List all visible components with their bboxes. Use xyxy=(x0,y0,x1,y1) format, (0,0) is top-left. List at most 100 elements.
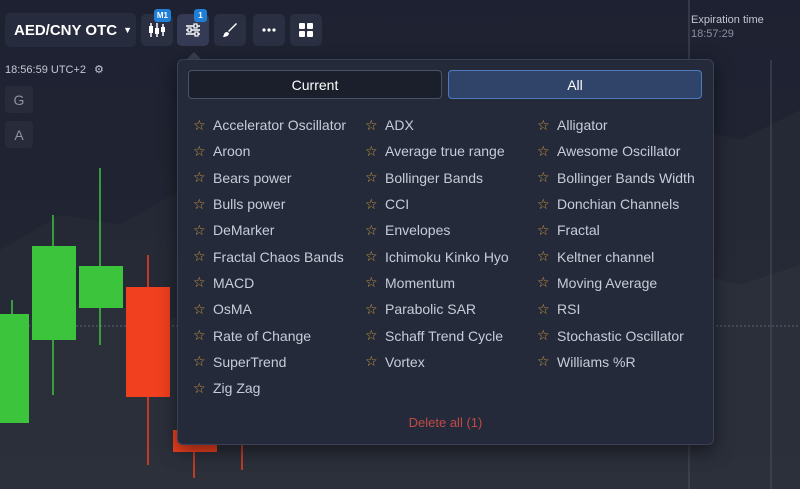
star-outline-icon[interactable]: ☆ xyxy=(537,327,557,344)
star-outline-icon[interactable]: ☆ xyxy=(193,248,213,265)
indicator-label: Moving Average xyxy=(557,274,658,291)
star-outline-icon[interactable]: ☆ xyxy=(365,327,385,344)
star-outline-icon[interactable]: ☆ xyxy=(365,196,385,213)
star-outline-icon[interactable]: ☆ xyxy=(537,196,557,213)
indicator-label: Keltner channel xyxy=(557,248,655,265)
star-outline-icon[interactable]: ☆ xyxy=(537,143,557,160)
brush-icon xyxy=(223,23,237,37)
indicator-item[interactable]: ☆ Awesome Oscillator xyxy=(537,138,695,164)
sliders-icon xyxy=(186,23,200,37)
indicator-item[interactable]: ☆ Ichimoku Kinko Hyo xyxy=(365,243,509,269)
star-outline-icon[interactable]: ☆ xyxy=(365,143,385,160)
indicator-item[interactable]: ☆ MACD xyxy=(193,270,346,296)
indicator-item[interactable]: ☆ Schaff Trend Cycle xyxy=(365,322,509,348)
panel-caret xyxy=(187,52,201,59)
side-button-g-label: G xyxy=(13,91,25,108)
indicator-label: DeMarker xyxy=(213,222,275,239)
star-outline-icon[interactable]: ☆ xyxy=(193,169,213,186)
indicator-item[interactable]: ☆ Moving Average xyxy=(537,270,695,296)
indicator-item[interactable]: ☆ Williams %R xyxy=(537,349,695,375)
indicator-label: Ichimoku Kinko Hyo xyxy=(385,248,509,265)
indicator-item[interactable]: ☆ SuperTrend xyxy=(193,349,346,375)
indicator-item[interactable]: ☆ Donchian Channels xyxy=(537,191,695,217)
star-outline-icon[interactable]: ☆ xyxy=(537,169,557,186)
asset-selector[interactable]: AED/CNY OTC ▼ xyxy=(5,13,136,47)
indicator-item[interactable]: ☆ Accelerator Oscillator xyxy=(193,112,346,138)
indicator-item[interactable]: ☆ Average true range xyxy=(365,138,509,164)
indicator-label: MACD xyxy=(213,274,255,291)
indicators-button[interactable]: 1 xyxy=(177,9,209,46)
tab-all[interactable]: All xyxy=(448,70,702,99)
side-button-a[interactable]: A xyxy=(5,121,33,148)
indicator-item[interactable]: ☆ ADX xyxy=(365,112,509,138)
star-outline-icon[interactable]: ☆ xyxy=(365,353,385,370)
drawing-button[interactable] xyxy=(214,14,246,46)
star-outline-icon[interactable]: ☆ xyxy=(193,196,213,213)
layout-button[interactable] xyxy=(290,14,322,46)
candles-button[interactable]: M1 xyxy=(141,9,173,46)
indicator-label: Average true range xyxy=(385,143,505,160)
star-outline-icon[interactable]: ☆ xyxy=(537,248,557,265)
indicator-item[interactable]: ☆ RSI xyxy=(537,296,695,322)
star-outline-icon[interactable]: ☆ xyxy=(193,301,213,318)
star-outline-icon[interactable]: ☆ xyxy=(365,169,385,186)
indicator-label: Vortex xyxy=(385,353,425,370)
star-outline-icon[interactable]: ☆ xyxy=(365,222,385,239)
indicator-item[interactable]: ☆ Zig Zag xyxy=(193,375,346,401)
indicator-item[interactable]: ☆ Aroon xyxy=(193,138,346,164)
star-outline-icon[interactable]: ☆ xyxy=(365,301,385,318)
indicator-column-2: ☆ ADX ☆ Average true range ☆ Bollinger Bands ☆… xyxy=(365,112,509,375)
star-outline-icon[interactable]: ☆ xyxy=(537,222,557,239)
more-button[interactable] xyxy=(253,14,285,46)
indicator-label: Fractal Chaos Bands xyxy=(213,248,344,265)
grid-icon xyxy=(299,23,313,37)
star-outline-icon[interactable]: ☆ xyxy=(537,301,557,318)
delete-all-button[interactable]: Delete all (1) xyxy=(178,415,713,430)
indicator-item[interactable]: ☆ Parabolic SAR xyxy=(365,296,509,322)
star-outline-icon[interactable]: ☆ xyxy=(193,222,213,239)
indicator-label: Awesome Oscillator xyxy=(557,143,681,160)
indicator-item[interactable]: ☆ Rate of Change xyxy=(193,322,346,348)
indicator-item[interactable]: ☆ Vortex xyxy=(365,349,509,375)
star-outline-icon[interactable]: ☆ xyxy=(365,274,385,291)
indicator-item[interactable]: ☆ Bears power xyxy=(193,165,346,191)
expiration-info: Expiration time 18:57:29 xyxy=(691,13,800,41)
indicator-item[interactable]: ☆ Stochastic Oscillator xyxy=(537,322,695,348)
indicator-label: OsMA xyxy=(213,301,252,318)
indicator-label: Bollinger Bands Width xyxy=(557,169,695,186)
indicator-label: Parabolic SAR xyxy=(385,301,477,318)
indicator-item[interactable]: ☆ CCI xyxy=(365,191,509,217)
indicator-item[interactable]: ☆ OsMA xyxy=(193,296,346,322)
star-outline-icon[interactable]: ☆ xyxy=(365,117,385,134)
indicator-item[interactable]: ☆ Keltner channel xyxy=(537,243,695,269)
tab-current[interactable]: Current xyxy=(188,70,442,99)
side-button-g[interactable]: G xyxy=(5,86,33,113)
indicator-label: Fractal xyxy=(557,222,600,239)
gear-icon[interactable]: ⚙ xyxy=(94,63,104,76)
indicator-item[interactable]: ☆ DeMarker xyxy=(193,217,346,243)
indicator-column-1: ☆ Accelerator Oscillator ☆ Aroon ☆ Bears powe… xyxy=(193,112,346,401)
indicator-column-3: ☆ Alligator ☆ Awesome Oscillator ☆ Bollinger … xyxy=(537,112,695,375)
indicator-item[interactable]: ☆ Momentum xyxy=(365,270,509,296)
star-outline-icon[interactable]: ☆ xyxy=(537,117,557,134)
star-outline-icon[interactable]: ☆ xyxy=(193,353,213,370)
indicator-item[interactable]: ☆ Fractal Chaos Bands xyxy=(193,243,346,269)
indicator-item[interactable]: ☆ Bulls power xyxy=(193,191,346,217)
star-outline-icon[interactable]: ☆ xyxy=(193,327,213,344)
star-outline-icon[interactable]: ☆ xyxy=(193,117,213,134)
star-outline-icon[interactable]: ☆ xyxy=(193,274,213,291)
star-outline-icon[interactable]: ☆ xyxy=(193,380,213,397)
indicator-item[interactable]: ☆ Alligator xyxy=(537,112,695,138)
star-outline-icon[interactable]: ☆ xyxy=(365,248,385,265)
indicator-count-badge: 1 xyxy=(194,9,207,22)
dots-icon xyxy=(262,28,276,32)
indicator-item[interactable]: ☆ Bollinger Bands Width xyxy=(537,165,695,191)
indicator-item[interactable]: ☆ Fractal xyxy=(537,217,695,243)
indicator-item[interactable]: ☆ Bollinger Bands xyxy=(365,165,509,191)
star-outline-icon[interactable]: ☆ xyxy=(193,143,213,160)
indicator-label: Bulls power xyxy=(213,196,286,213)
indicator-item[interactable]: ☆ Envelopes xyxy=(365,217,509,243)
timeframe-badge: M1 xyxy=(153,9,171,22)
star-outline-icon[interactable]: ☆ xyxy=(537,274,557,291)
star-outline-icon[interactable]: ☆ xyxy=(537,353,557,370)
